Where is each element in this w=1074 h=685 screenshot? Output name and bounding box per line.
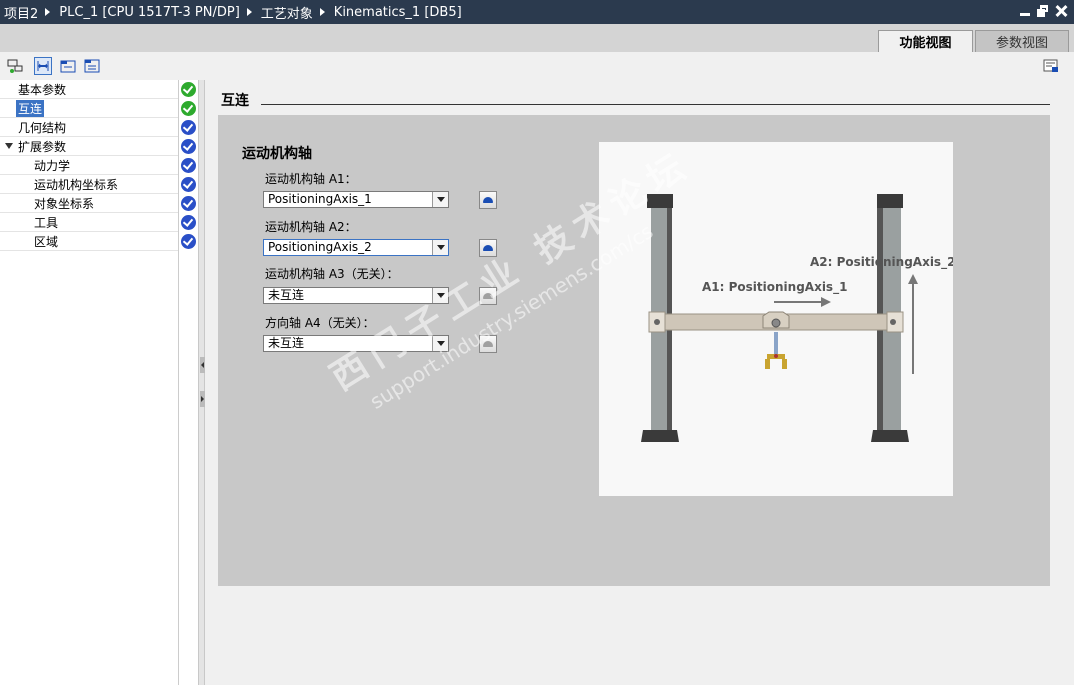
status-check-icon — [181, 215, 196, 230]
status-ok-icon — [181, 82, 196, 97]
chevron-down-icon[interactable] — [432, 336, 448, 351]
tree-item-zones[interactable]: 区域 — [0, 232, 178, 251]
status-check-icon — [181, 177, 196, 192]
tree-item-dynamics[interactable]: 动力学 — [0, 156, 178, 175]
axis-a1-arrow — [774, 297, 831, 307]
group-title: 运动机构轴 — [242, 146, 312, 162]
chevron-down-icon[interactable] — [432, 192, 448, 207]
panel-splitter[interactable] — [198, 80, 205, 685]
expand-right-icon[interactable] — [200, 391, 205, 407]
chevron-down-icon[interactable] — [432, 288, 448, 303]
breadcrumb-plc[interactable]: PLC_1 [CPU 1517T-3 PN/DP] — [59, 5, 240, 20]
tree-item-label: 动力学 — [34, 159, 71, 173]
tree-item-label: 几何结构 — [18, 121, 67, 135]
panel-settings-icon[interactable] — [1042, 57, 1060, 75]
tree-item-label: 运动机构坐标系 — [34, 178, 119, 192]
axis-a4-value: 未互连 — [268, 336, 305, 350]
collapsed-view-icon[interactable] — [83, 57, 101, 75]
expand-view-icon[interactable] — [34, 57, 52, 75]
axis-a2-select[interactable]: PositioningAxis_2 — [263, 239, 449, 256]
breadcrumb: 项目2 PLC_1 [CPU 1517T-3 PN/DP] 工艺对象 Kinem… — [4, 3, 462, 22]
tree-item-label: 工具 — [34, 216, 59, 230]
status-ok-icon — [181, 101, 196, 116]
tree-item-extended-params[interactable]: 扩展参数 — [0, 137, 178, 156]
monitor-icon[interactable] — [6, 57, 24, 75]
axis-a2-arrow — [908, 274, 918, 374]
breadcrumb-tech-objects[interactable]: 工艺对象 — [261, 3, 313, 22]
view-tab-bar: 功能视图 参数视图 — [0, 24, 1074, 52]
tree-item-interconnection[interactable]: 互连 — [0, 99, 178, 118]
close-icon[interactable] — [1054, 4, 1068, 18]
breadcrumb-kinematics[interactable]: Kinematics_1 [DB5] — [334, 5, 462, 20]
tab-parameter-view[interactable]: 参数视图 — [975, 30, 1069, 52]
status-check-icon — [181, 196, 196, 211]
axis-a4-assign-button — [479, 335, 497, 353]
status-column — [178, 80, 199, 685]
breadcrumb-project[interactable]: 项目2 — [4, 3, 38, 22]
axis-a1-assign-button[interactable] — [479, 191, 497, 209]
tree-item-tool[interactable]: 工具 — [0, 213, 178, 232]
axis-a2-assign-button[interactable] — [479, 239, 497, 257]
axis-a3-select[interactable]: 未互连 — [263, 287, 449, 304]
tree-item-label: 对象坐标系 — [34, 197, 95, 211]
horizontal-beam-graphic — [648, 311, 904, 333]
tree-item-label: 基本参数 — [18, 83, 67, 97]
kinematics-illustration: A1: PositioningAxis_1 A2: PositioningAxi… — [599, 142, 955, 496]
axis-a1-value: PositioningAxis_1 — [268, 192, 372, 206]
tree-item-geometry[interactable]: 几何结构 — [0, 118, 178, 137]
tree-item-label: 互连 — [16, 100, 45, 117]
section-title: 互连 — [221, 93, 249, 109]
status-check-icon — [181, 120, 196, 135]
axis-a2-label: 运动机构轴 A2： — [265, 220, 357, 234]
axis-a2-value: PositioningAxis_2 — [268, 240, 372, 254]
collapse-left-icon[interactable] — [200, 357, 205, 373]
axis-a3-value: 未互连 — [268, 288, 305, 302]
tree-item-object-cs[interactable]: 对象坐标系 — [0, 194, 178, 213]
axis-a3-assign-button — [479, 287, 497, 305]
restore-icon[interactable] — [1036, 4, 1050, 18]
navigation-tree: 基本参数 互连 几何结构 扩展参数 动力学 运动机构坐标系 对象坐标系 工具 区… — [0, 80, 178, 685]
status-check-icon — [181, 158, 196, 173]
axis-a3-label: 运动机构轴 A3（无关）： — [265, 267, 399, 281]
folder-view-icon[interactable] — [59, 57, 77, 75]
axis-a1-label: 运动机构轴 A1： — [265, 172, 357, 186]
breadcrumb-separator-icon — [319, 8, 325, 16]
minimize-icon[interactable] — [1018, 4, 1032, 18]
status-check-icon — [181, 139, 196, 154]
window-controls — [1018, 4, 1068, 18]
breadcrumb-separator-icon — [246, 8, 252, 16]
chevron-down-icon[interactable] — [432, 240, 448, 255]
axis-a1-select[interactable]: PositioningAxis_1 — [263, 191, 449, 208]
tree-item-label: 区域 — [34, 235, 59, 249]
tree-item-kinematics-cs[interactable]: 运动机构坐标系 — [0, 175, 178, 194]
section-divider — [261, 104, 1050, 105]
tab-function-view[interactable]: 功能视图 — [878, 30, 973, 52]
axis-a4-select[interactable]: 未互连 — [263, 335, 449, 352]
axis-a4-label: 方向轴 A4（无关）： — [265, 316, 375, 330]
breadcrumb-separator-icon — [45, 8, 51, 16]
axis-a2-figure-label: A2: PositioningAxis_2 — [810, 255, 953, 270]
navigation-toolbar — [0, 52, 205, 80]
axis-a1-figure-label: A1: PositioningAxis_1 — [702, 280, 847, 295]
tree-item-label: 扩展参数 — [18, 140, 67, 154]
tool-graphic — [765, 332, 787, 369]
expand-arrow-icon[interactable] — [5, 143, 13, 149]
status-check-icon — [181, 234, 196, 249]
tree-item-basic-params[interactable]: 基本参数 — [0, 80, 178, 99]
title-bar: 项目2 PLC_1 [CPU 1517T-3 PN/DP] 工艺对象 Kinem… — [0, 0, 1074, 24]
